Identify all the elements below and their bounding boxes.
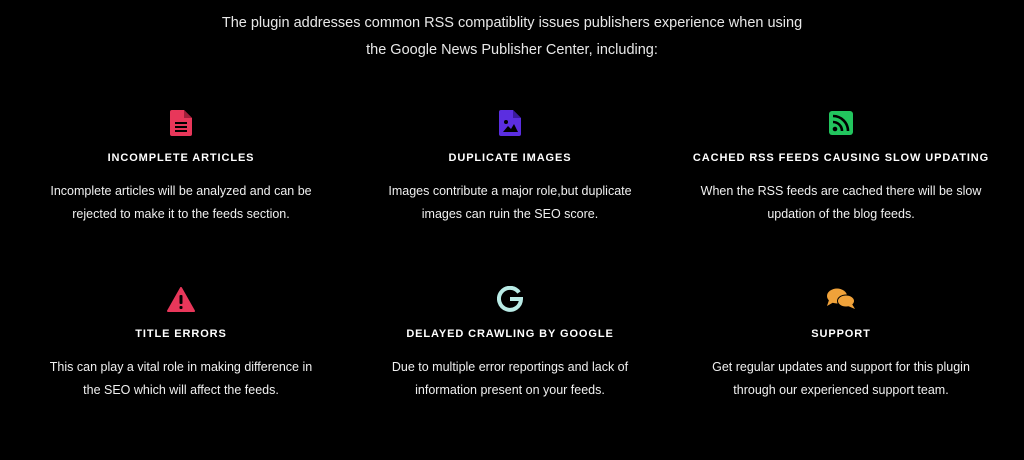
intro-text: The plugin addresses common RSS compatib… <box>0 10 1024 64</box>
google-icon <box>495 284 525 314</box>
feature-description-line: Incomplete articles will be analyzed and… <box>50 184 312 198</box>
feature-title: SUPPORT <box>811 328 871 340</box>
feature-description: This can play a vital role in making dif… <box>31 356 331 402</box>
feature-description-line: rejected to make it to the feeds section… <box>72 207 290 221</box>
feature-title: DELAYED CRAWLING BY GOOGLE <box>406 328 614 340</box>
feature-description-line: images can ruin the SEO score. <box>421 207 599 221</box>
intro-line-2: the Google News Publisher Center, includ… <box>366 42 658 58</box>
features-row-2: TITLE ERRORS This can play a vital role … <box>0 284 1024 460</box>
feature-description-line: the SEO which will affect the feeds. <box>83 383 279 397</box>
feature-description: Get regular updates and support for this… <box>691 356 991 402</box>
feature-title-errors: TITLE ERRORS This can play a vital role … <box>0 284 362 460</box>
features-grid: INCOMPLETE ARTICLES Incomplete articles … <box>0 108 1024 460</box>
chat-bubbles-icon <box>826 284 856 314</box>
feature-description: Due to multiple error reportings and lac… <box>360 356 660 402</box>
feature-title: TITLE ERRORS <box>135 328 227 340</box>
image-file-icon <box>495 108 525 138</box>
feature-description-line: When the RSS feeds are cached there will… <box>700 184 982 198</box>
warning-icon <box>166 284 196 314</box>
feature-description-line: Due to multiple error reportings and lac… <box>391 360 629 374</box>
feature-description: When the RSS feeds are cached there will… <box>691 180 991 226</box>
feature-description: Incomplete articles will be analyzed and… <box>31 180 331 226</box>
feature-description: Images contribute a major role,but dupli… <box>360 180 660 226</box>
intro-line-1: The plugin addresses common RSS compatib… <box>221 15 803 31</box>
feature-incomplete-articles: INCOMPLETE ARTICLES Incomplete articles … <box>0 108 362 284</box>
feature-description-line: Images contribute a major role,but dupli… <box>388 184 632 198</box>
feature-description-line: This can play a vital role in making dif… <box>49 360 313 374</box>
feature-title: CACHED RSS FEEDS CAUSING SLOW UPDATING <box>692 152 990 164</box>
feature-description-line: information present on your feeds. <box>415 383 605 397</box>
feature-title: DUPLICATE IMAGES <box>448 152 572 164</box>
document-icon <box>166 108 196 138</box>
feature-description-line: Get regular updates and support for this… <box>712 360 970 374</box>
feature-title: INCOMPLETE ARTICLES <box>107 152 255 164</box>
rss-icon <box>826 108 856 138</box>
feature-description-line: through our experienced support team. <box>733 383 949 397</box>
features-row-1: INCOMPLETE ARTICLES Incomplete articles … <box>0 108 1024 284</box>
feature-support: SUPPORT Get regular updates and support … <box>658 284 1024 460</box>
feature-delayed-crawling: DELAYED CRAWLING BY GOOGLE Due to multip… <box>362 284 658 460</box>
feature-cached-rss-feeds: CACHED RSS FEEDS CAUSING SLOW UPDATING W… <box>658 108 1024 284</box>
feature-duplicate-images: DUPLICATE IMAGES Images contribute a maj… <box>362 108 658 284</box>
feature-description-line: updation of the blog feeds. <box>767 207 915 221</box>
